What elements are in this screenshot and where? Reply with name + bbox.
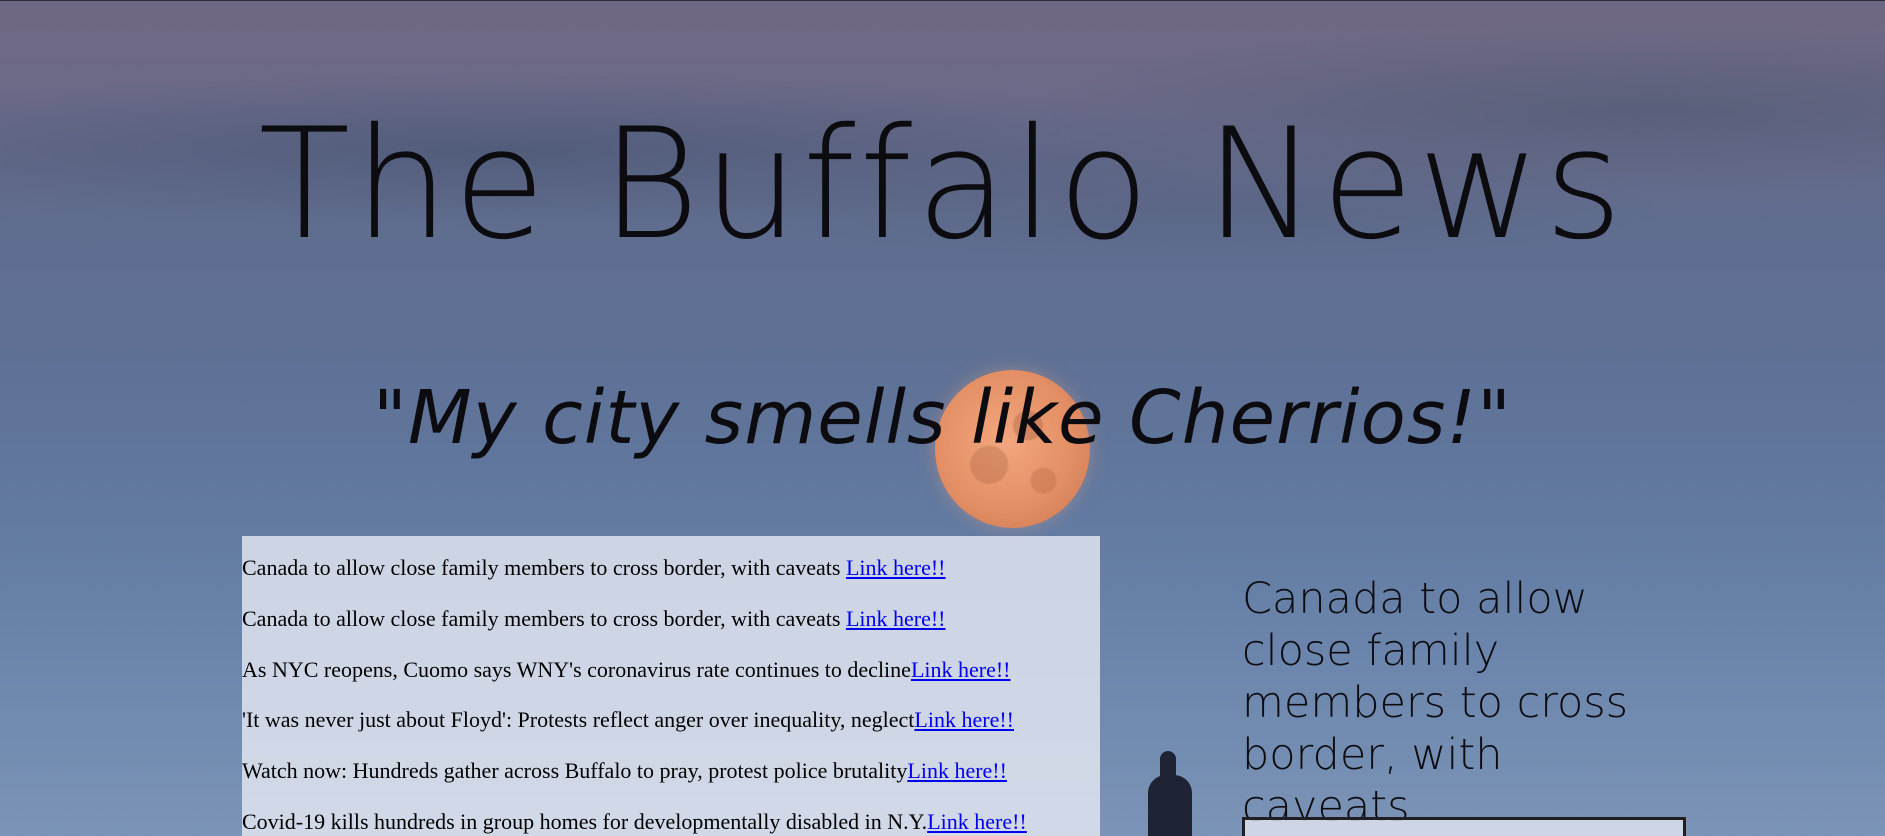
- headline-link[interactable]: Link here!!: [846, 555, 946, 580]
- headline-item: Canada to allow close family members to …: [242, 553, 946, 583]
- headline-text: Canada to allow close family members to …: [242, 555, 846, 580]
- headlines-list: Canada to allow close family members to …: [242, 536, 1100, 836]
- feature-image-box: [1242, 817, 1686, 836]
- headline-item: Canada to allow close family members to …: [242, 604, 946, 634]
- headline-item: Watch now: Hundreds gather across Buffal…: [242, 756, 1007, 786]
- headline-link[interactable]: Link here!!: [911, 657, 1011, 682]
- headline-text: 'It was never just about Floyd': Protest…: [242, 707, 915, 732]
- headline-link[interactable]: Link here!!: [846, 606, 946, 631]
- site-slogan: "My city smells like Cherrios!": [372, 375, 1513, 461]
- headline-item: As NYC reopens, Cuomo says WNY's coronav…: [242, 655, 1011, 685]
- headline-link[interactable]: Link here!!: [927, 809, 1027, 834]
- headline-item: 'It was never just about Floyd': Protest…: [242, 705, 1014, 735]
- top-border: [0, 0, 1885, 1]
- feature-headline: Canada to allow close family members to …: [1242, 574, 1629, 832]
- headline-item: Covid-19 kills hundreds in group homes f…: [242, 807, 1027, 836]
- headline-text: Watch now: Hundreds gather across Buffal…: [242, 758, 908, 783]
- headline-link[interactable]: Link here!!: [907, 758, 1007, 783]
- headline-text: Canada to allow close family members to …: [242, 606, 846, 631]
- headline-link[interactable]: Link here!!: [914, 707, 1014, 732]
- site-title: The Buffalo News: [258, 96, 1627, 274]
- headline-text: Covid-19 kills hundreds in group homes f…: [242, 809, 928, 834]
- statue-silhouette: [1148, 751, 1192, 836]
- headline-text: As NYC reopens, Cuomo says WNY's coronav…: [242, 657, 911, 682]
